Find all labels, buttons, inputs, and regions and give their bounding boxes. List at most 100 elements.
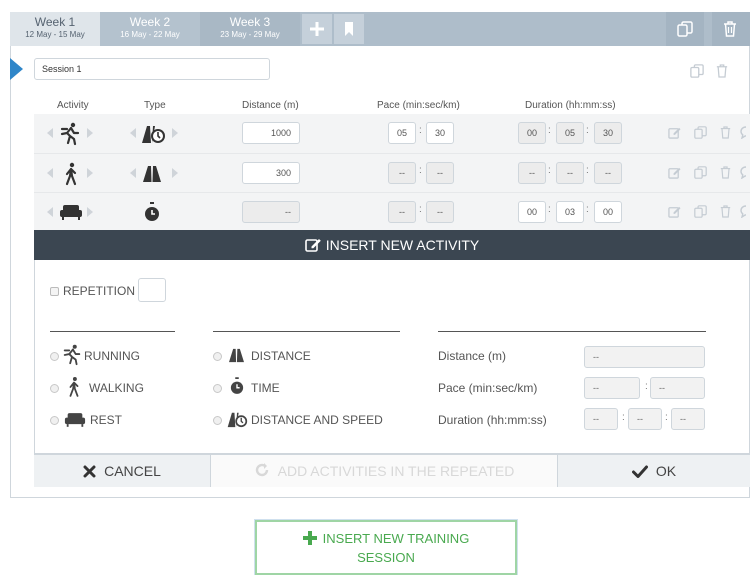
duration-minutes-input[interactable]: 05 (556, 122, 584, 144)
trash-icon[interactable] (720, 166, 731, 179)
type-radio-distance[interactable] (213, 352, 222, 361)
time-separator: : (548, 165, 551, 176)
new-pace-seconds-input[interactable]: -- (650, 377, 705, 399)
copy-icon[interactable] (694, 166, 707, 179)
edit-icon[interactable] (668, 205, 681, 218)
bookmark-week-button[interactable] (334, 14, 364, 44)
time-separator: : (548, 204, 551, 215)
comment-icon[interactable] (740, 166, 750, 179)
edit-icon (304, 239, 321, 252)
type-radio-time[interactable] (213, 384, 222, 393)
type-option-distance[interactable]: DISTANCE (251, 349, 311, 363)
insert-activity-header: INSERT NEW ACTIVITY (34, 230, 750, 260)
divider (438, 331, 706, 332)
prev-activity-arrow[interactable] (47, 128, 53, 138)
time-separator: : (548, 125, 551, 136)
add-to-repeated-button[interactable]: ADD ACTIVITIES IN THE REPEATED (210, 455, 558, 487)
insert-training-session-button[interactable]: INSERT NEW TRAINING SESSION (254, 519, 518, 575)
type-radio-distance-speed[interactable] (213, 416, 222, 425)
duration-seconds-input[interactable]: 00 (594, 201, 622, 223)
activity-option-running[interactable]: RUNNING (84, 349, 140, 363)
column-header-duration: Duration (hh:mm:ss) (525, 100, 616, 111)
new-duration-hours-input[interactable]: -- (584, 408, 618, 430)
new-pace-minutes-input[interactable]: -- (584, 377, 640, 399)
edit-icon[interactable] (668, 166, 681, 179)
copy-week-button[interactable] (666, 12, 704, 46)
time-separator: : (419, 165, 422, 176)
trash-icon[interactable] (720, 205, 731, 218)
pace-minutes-input[interactable]: 05 (388, 122, 416, 144)
comment-icon[interactable] (740, 205, 750, 218)
next-activity-arrow[interactable] (87, 168, 93, 178)
next-type-arrow[interactable] (172, 128, 178, 138)
add-to-repeated-label: ADD ACTIVITIES IN THE REPEATED (277, 463, 515, 479)
prev-activity-arrow[interactable] (47, 168, 53, 178)
distance-input[interactable]: -- (242, 201, 300, 223)
comment-icon[interactable] (740, 126, 750, 139)
next-activity-arrow[interactable] (87, 207, 93, 217)
distance-input[interactable]: 1000 (242, 122, 300, 144)
activity-option-rest[interactable]: REST (90, 413, 122, 427)
trash-icon (716, 64, 728, 78)
duration-field-label: Duration (hh:mm:ss) (438, 413, 547, 427)
new-distance-input[interactable]: -- (584, 346, 705, 368)
copy-icon[interactable] (694, 205, 707, 218)
divider (213, 331, 400, 332)
trash-icon[interactable] (720, 126, 731, 139)
time-separator: : (645, 381, 648, 392)
road-icon (229, 348, 244, 363)
prev-type-arrow[interactable] (130, 168, 136, 178)
repetition-count-input[interactable] (138, 278, 166, 302)
table-row: 300 -- : -- -- : -- : -- (34, 153, 750, 191)
tab-week-1[interactable]: Week 1 12 May - 15 May (10, 12, 100, 46)
type-option-time[interactable]: TIME (251, 381, 280, 395)
table-row: 1000 05 : 30 00 : 05 : 30 (34, 114, 750, 152)
tab-week-2[interactable]: Week 2 16 May - 22 May (100, 12, 200, 46)
close-icon (83, 465, 96, 478)
duration-hours-input[interactable]: 00 (518, 122, 546, 144)
tab-week-3[interactable]: Week 3 23 May - 29 May (200, 12, 300, 46)
duration-seconds-input[interactable]: -- (594, 162, 622, 184)
pace-minutes-input[interactable]: -- (388, 201, 416, 223)
bookmark-icon (345, 22, 353, 36)
distance-input[interactable]: 300 (242, 162, 300, 184)
divider (50, 331, 175, 332)
activity-radio-rest[interactable] (50, 416, 59, 425)
repetition-label: REPETITION (63, 284, 136, 298)
prev-type-arrow[interactable] (130, 128, 136, 138)
copy-session-button[interactable] (690, 64, 704, 83)
pace-seconds-input[interactable]: 30 (426, 122, 454, 144)
next-activity-arrow[interactable] (87, 128, 93, 138)
activity-radio-walking[interactable] (50, 384, 59, 393)
tab-week-dates: 12 May - 15 May (25, 30, 85, 39)
duration-hours-input[interactable]: 00 (518, 201, 546, 223)
time-separator: : (586, 204, 589, 215)
edit-icon[interactable] (668, 126, 681, 139)
new-duration-seconds-input[interactable]: -- (671, 408, 705, 430)
duration-hours-input[interactable]: -- (518, 162, 546, 184)
tab-week-dates: 16 May - 22 May (120, 30, 180, 39)
duration-minutes-input[interactable]: -- (556, 162, 584, 184)
type-option-distance-speed[interactable]: DISTANCE AND SPEED (251, 413, 383, 427)
duration-minutes-input[interactable]: 03 (556, 201, 584, 223)
copy-icon[interactable] (694, 126, 707, 139)
activity-radio-running[interactable] (50, 352, 59, 361)
ok-button[interactable]: OK (558, 455, 750, 487)
delete-week-button[interactable] (712, 12, 750, 46)
delete-session-button[interactable] (716, 64, 728, 83)
session-name-input[interactable]: Session 1 (34, 58, 270, 80)
column-header-type: Type (144, 100, 166, 111)
next-type-arrow[interactable] (172, 168, 178, 178)
pace-seconds-input[interactable]: -- (426, 162, 454, 184)
add-week-button[interactable] (302, 14, 332, 44)
duration-seconds-input[interactable]: 30 (594, 122, 622, 144)
new-duration-minutes-input[interactable]: -- (628, 408, 662, 430)
pace-seconds-input[interactable]: -- (426, 201, 454, 223)
repetition-checkbox[interactable] (50, 287, 59, 296)
activity-table: 1000 05 : 30 00 : 05 : 30 300 -- : -- --… (34, 114, 750, 230)
cancel-button[interactable]: CANCEL (34, 455, 210, 487)
pace-minutes-input[interactable]: -- (388, 162, 416, 184)
table-row: -- -- : -- 00 : 03 : 00 (34, 192, 750, 230)
prev-activity-arrow[interactable] (47, 207, 53, 217)
activity-option-walking[interactable]: WALKING (89, 381, 144, 395)
